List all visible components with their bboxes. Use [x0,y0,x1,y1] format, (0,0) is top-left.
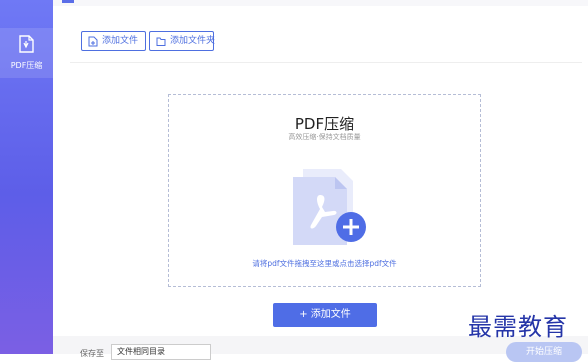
sidebar-item-label: PDF压缩 [10,61,43,70]
save-location-select[interactable]: 文件相同目录 [111,344,211,360]
page-title: PDF压缩 [294,115,355,133]
file-drop-zone[interactable]: PDF压缩 高效压缩·保持文档质量 请将pdf文件拖拽至这里或点击选择pdf文件 [168,94,481,287]
app-logo-fragment [62,0,74,3]
toolbar-divider [70,62,582,63]
start-compress-button[interactable]: 开始压缩 [506,342,582,362]
add-file-label: 添加文件 [102,36,139,46]
add-file-button[interactable]: 添加文件 [81,31,146,51]
top-bar [53,0,588,6]
drop-hint: 请将pdf文件拖拽至这里或点击选择pdf文件 [252,259,397,268]
sidebar: PDF压缩 [0,0,53,354]
add-folder-label: 添加文件夹 [170,36,216,46]
watermark: 最需教育 [468,313,568,341]
sidebar-item-pdf-compress[interactable]: PDF压缩 [0,28,53,78]
folder-icon [156,37,166,46]
add-file-icon [88,36,98,47]
pdf-document-icon [293,169,366,245]
add-file-main-button[interactable]: + 添加文件 [273,303,377,327]
add-folder-button[interactable]: 添加文件夹 [149,31,216,51]
page-subtitle: 高效压缩·保持文档质量 [288,133,361,141]
pdf-compress-icon [16,34,36,54]
